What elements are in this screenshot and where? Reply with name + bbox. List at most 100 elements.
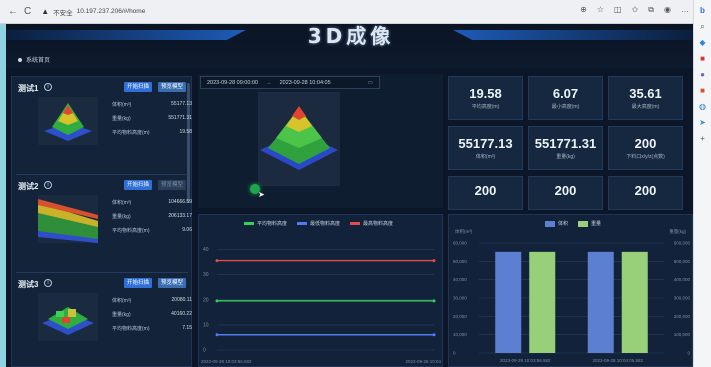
- collections-icon[interactable]: ⧉: [648, 5, 654, 15]
- url-text[interactable]: 10.197.237.206/#/home: [77, 8, 146, 15]
- star-icon[interactable]: ☆: [597, 5, 604, 15]
- bar[interactable]: [529, 251, 556, 353]
- browser-sidebar: b ⌕ ◆ ■ ● ■ ◍ ➤ +: [693, 0, 711, 367]
- stat-extra: 200: [608, 176, 683, 210]
- bar[interactable]: [587, 251, 614, 353]
- header-stripe-left: [6, 30, 246, 40]
- date-range-picker[interactable]: 2023-09-28 09:00:00 → 2023-09-28 10:04:0…: [200, 76, 380, 89]
- field-value: 551771.31: [168, 115, 192, 121]
- stat-label: 体积(m³): [475, 154, 496, 160]
- y-left-tick: 30,000: [453, 296, 467, 301]
- device-list-panel: 测试1 i 开始扫描 预览模型 体积(m³) 55177.13 重量(kg) 551: [11, 76, 192, 367]
- x-tick-label: 2023-09-28 10:04:05.582: [592, 358, 643, 363]
- device-card: 测试1 i 开始扫描 预览模型 体积(m³) 55177.13 重量(kg) 551: [16, 81, 192, 171]
- split-icon[interactable]: ◫: [614, 5, 622, 15]
- y-tick-label: 10: [203, 322, 209, 328]
- add-icon[interactable]: +: [698, 134, 708, 144]
- header-stripe-right: [453, 30, 693, 40]
- bar[interactable]: [621, 251, 648, 353]
- data-point[interactable]: [215, 259, 219, 263]
- y-tick-label: 20: [203, 297, 209, 303]
- page-title: 3D成像: [307, 24, 395, 48]
- stat-extra: 200: [448, 176, 523, 210]
- stat-value: 551771.31: [534, 136, 597, 151]
- stat-value: 6.07: [552, 86, 579, 101]
- calendar-icon[interactable]: ▭: [368, 80, 373, 86]
- start-scan-button[interactable]: 开始扫描: [124, 278, 153, 288]
- start-date[interactable]: 2023-09-28 09:00:00: [207, 80, 258, 86]
- search-icon[interactable]: ⌕: [698, 22, 708, 32]
- stat-value: 35.61: [629, 86, 662, 101]
- model-thumbnail[interactable]: [38, 195, 98, 243]
- x-tick-label: 2023-09-28 10:03:56.582: [201, 359, 252, 364]
- range-arrow-icon: →: [266, 79, 272, 86]
- x-tick-label: 2023-09-28 10:03:56.582: [500, 358, 551, 363]
- person-icon[interactable]: ●: [698, 70, 708, 80]
- back-button[interactable]: ←: [8, 6, 18, 17]
- device-card: 测试2 i 开始扫描 预览模型 体积(m³) 104666.59 重量(kg) …: [16, 179, 192, 269]
- preview-model-button[interactable]: 预览模型: [158, 278, 187, 288]
- y-right-tick: 200,000: [674, 314, 691, 319]
- field-value: 19.58: [179, 129, 192, 135]
- info-icon[interactable]: i: [44, 181, 52, 189]
- mouse-pointer-icon: ➤: [258, 190, 265, 199]
- breadcrumb-home[interactable]: 系统首页: [26, 55, 50, 64]
- x-tick-label: 2023-09-28 10:04: [405, 359, 441, 364]
- app-root: 3D成像 系统首页 测试1 i 开始扫描 预览模型 体积(m³) 55177.1…: [6, 24, 693, 367]
- start-scan-button[interactable]: 开始扫描: [124, 180, 153, 190]
- field-value: 7.15: [182, 325, 192, 331]
- start-scan-button[interactable]: 开始扫描: [124, 82, 153, 92]
- data-point[interactable]: [432, 299, 436, 303]
- zoom-icon[interactable]: ⊕: [580, 5, 587, 15]
- favorites-icon[interactable]: ✩: [632, 5, 639, 15]
- info-icon[interactable]: i: [44, 83, 52, 91]
- device-name: 测试2: [18, 182, 39, 191]
- address-bar[interactable]: ▲ 不安全 10.197.237.206/#/home: [41, 7, 145, 17]
- bag-icon[interactable]: ■: [698, 54, 708, 64]
- office-icon[interactable]: ■: [698, 86, 708, 96]
- stat-volume: 55177.13 体积(m³): [448, 126, 523, 170]
- data-point[interactable]: [215, 333, 219, 337]
- y-left-tick: 20,000: [453, 314, 467, 319]
- send-icon[interactable]: ➤: [698, 118, 708, 128]
- tag-icon[interactable]: ◆: [698, 38, 708, 48]
- breadcrumb[interactable]: 系统首页: [18, 55, 50, 64]
- bar[interactable]: [495, 251, 522, 353]
- stat-weight: 551771.31 重量(kg): [528, 126, 603, 170]
- preview-model-button[interactable]: 预览模型: [158, 82, 187, 92]
- field-label: 体积(m³): [112, 102, 132, 108]
- y-left-tick: 10,000: [453, 332, 467, 337]
- field-label: 平均物料高度(m): [112, 228, 150, 234]
- model-thumbnail[interactable]: [38, 293, 98, 341]
- refresh-button[interactable]: C: [24, 6, 31, 17]
- field-value: 55177.13: [171, 101, 192, 107]
- stat-extra: 200: [528, 176, 603, 210]
- data-point[interactable]: [432, 259, 436, 263]
- data-point[interactable]: [432, 333, 436, 337]
- data-point[interactable]: [215, 299, 219, 303]
- stat-label: 下料口x/y/z(点数): [626, 154, 665, 160]
- field-label: 体积(m³): [112, 298, 132, 304]
- y-right-tick: 500,000: [674, 259, 691, 264]
- profile-icon[interactable]: ◉: [664, 5, 671, 15]
- security-label: 不安全: [53, 9, 73, 17]
- stat-value: 200: [634, 183, 657, 198]
- stat-min-height: 6.07 最小高度(m): [528, 76, 603, 120]
- y-right-tick: 300,000: [674, 296, 691, 301]
- outlook-icon[interactable]: ◍: [698, 102, 708, 112]
- info-icon[interactable]: i: [44, 279, 52, 287]
- y-tick-label: 40: [203, 247, 209, 253]
- model-thumbnail[interactable]: [38, 97, 98, 145]
- y-tick-label: 30: [203, 272, 209, 278]
- y-left-tick: 50,000: [453, 259, 467, 264]
- field-value: 40160.22: [171, 311, 192, 317]
- more-icon[interactable]: …: [681, 5, 689, 15]
- end-date[interactable]: 2023-09-28 10:04:05: [280, 80, 331, 86]
- 3d-model-view[interactable]: [258, 92, 340, 186]
- preview-model-button: 预览模型: [158, 180, 187, 190]
- field-label: 重量(kg): [112, 214, 131, 220]
- copilot-icon[interactable]: b: [698, 6, 708, 16]
- field-value: 104666.59: [168, 199, 192, 205]
- field-label: 平均物料高度(m): [112, 130, 150, 136]
- divider: [16, 174, 188, 175]
